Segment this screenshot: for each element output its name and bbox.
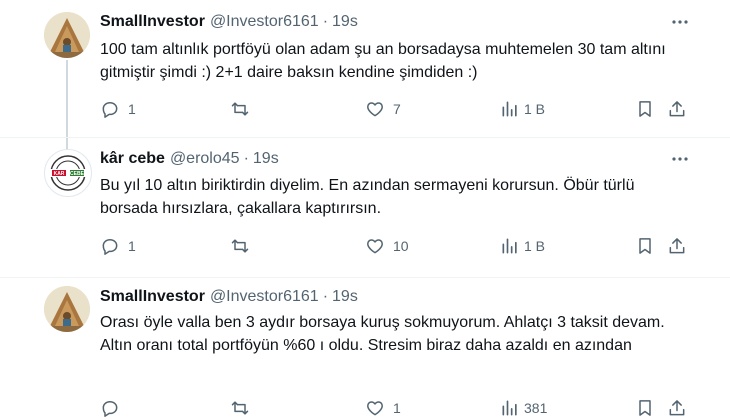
retweet-icon [231, 401, 249, 415]
like-icon [367, 239, 383, 254]
share-button[interactable] [667, 97, 687, 121]
bookmark-button[interactable] [635, 234, 655, 258]
share-icon [669, 238, 685, 254]
bookmark-icon [639, 400, 651, 416]
like-count: 7 [393, 101, 401, 117]
like-button[interactable]: 7 [365, 97, 401, 121]
action-bar: 1 381 [100, 396, 690, 420]
user-handle[interactable]: @Investor6161 [210, 13, 319, 31]
retweet-button[interactable] [230, 234, 258, 258]
views-button[interactable]: 381 [500, 396, 547, 420]
views-count: 1 B [524, 238, 546, 254]
display-name[interactable]: kâr cebe [100, 150, 165, 168]
separator-dot: · [322, 288, 329, 305]
timestamp[interactable]: 19s [253, 150, 279, 168]
views-icon [502, 238, 517, 254]
reply-icon [102, 239, 118, 255]
separator-dot: · [243, 150, 249, 167]
like-icon [367, 102, 383, 117]
like-button[interactable]: 10 [365, 234, 409, 258]
display-name[interactable]: SmallInvestor [100, 288, 205, 306]
action-bar: 1 7 1 B [100, 97, 690, 121]
like-count: 1 [393, 400, 401, 416]
like-count: 10 [393, 238, 409, 254]
like-button[interactable]: 1 [365, 396, 401, 420]
avatar[interactable]: KAR CEBE [44, 149, 92, 197]
tweet-3[interactable]: SmallInvestor @Investor6161 · 19s Orası … [0, 278, 730, 420]
like-icon [367, 401, 383, 416]
retweet-icon [231, 102, 249, 116]
share-icon [669, 101, 685, 117]
reply-count: 1 [128, 238, 136, 254]
bookmark-icon [639, 238, 651, 254]
tweet-text: Orası öyle valla ben 3 aydır borsaya kur… [100, 314, 665, 354]
retweet-button[interactable] [230, 97, 258, 121]
tweet-text: Bu yıl 10 altın biriktirdin diyelim. En … [100, 177, 635, 217]
retweet-button[interactable] [230, 396, 258, 420]
reply-count: 1 [128, 101, 136, 117]
avatar[interactable] [44, 286, 90, 332]
reply-button[interactable] [100, 396, 128, 420]
avatar[interactable] [44, 12, 90, 58]
action-bar: 1 10 1 B [100, 234, 690, 258]
views-button[interactable]: 1 B [500, 234, 545, 258]
reply-icon [102, 102, 118, 118]
tweet-2[interactable]: KAR CEBE kâr cebe @erolo45 · 19s Bu yıl … [0, 138, 730, 278]
retweet-icon [231, 239, 249, 253]
views-count: 381 [524, 400, 548, 416]
views-button[interactable]: 1 B [500, 97, 545, 121]
reply-button[interactable]: 1 [100, 97, 136, 121]
tweet-header: SmallInvestor @Investor6161 · 19s [100, 286, 358, 308]
timestamp[interactable]: 19s [332, 13, 358, 31]
bookmark-icon [639, 101, 651, 117]
share-icon [669, 400, 685, 416]
more-icon[interactable] [670, 12, 690, 32]
more-icon[interactable] [670, 149, 690, 169]
reply-icon [102, 401, 118, 417]
user-handle[interactable]: @erolo45 [170, 150, 240, 168]
views-icon [502, 400, 517, 416]
bookmark-button[interactable] [635, 97, 655, 121]
bookmark-button[interactable] [635, 396, 655, 420]
views-icon [502, 101, 517, 117]
tweet-header: SmallInvestor @Investor6161 · 19s [100, 11, 358, 33]
separator-dot: · [322, 13, 329, 30]
share-button[interactable] [667, 396, 687, 420]
reply-button[interactable]: 1 [100, 234, 136, 258]
tweet-text: 100 tam altınlık portföyü olan adam şu a… [100, 41, 666, 81]
tweet-1[interactable]: SmallInvestor @Investor6161 · 19s 100 ta… [0, 0, 730, 135]
svg-text:KAR: KAR [54, 171, 65, 177]
timestamp[interactable]: 19s [332, 288, 358, 306]
display-name[interactable]: SmallInvestor [100, 13, 205, 31]
user-handle[interactable]: @Investor6161 [210, 288, 319, 306]
tweet-header: kâr cebe @erolo45 · 19s [100, 148, 279, 170]
share-button[interactable] [667, 234, 687, 258]
views-count: 1 B [524, 101, 546, 117]
svg-text:CEBE: CEBE [70, 171, 85, 177]
